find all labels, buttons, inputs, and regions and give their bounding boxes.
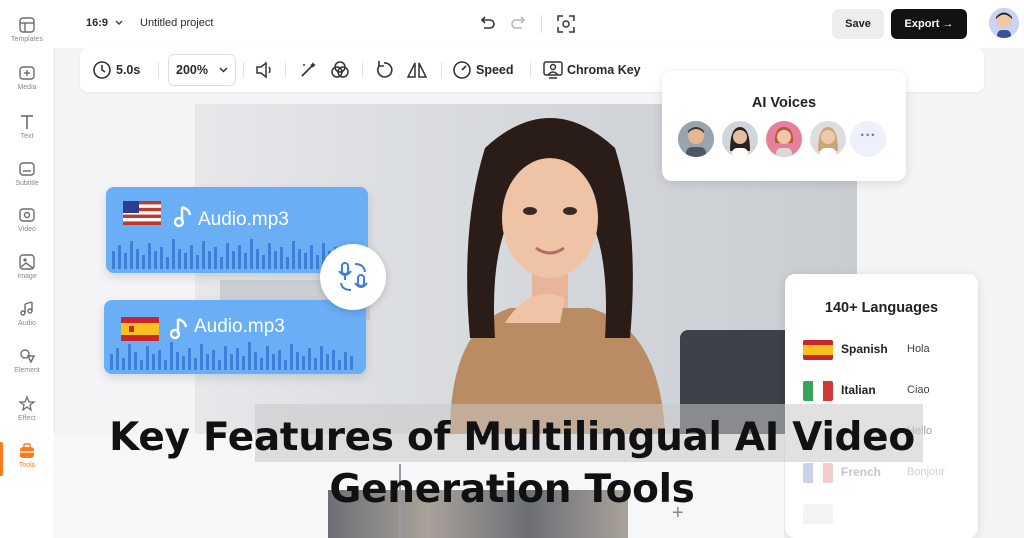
chevron-down-icon	[219, 67, 228, 73]
volume-icon[interactable]	[254, 60, 274, 80]
audio-icon	[20, 301, 33, 316]
fullscreen-icon[interactable]	[556, 14, 576, 34]
text-icon	[21, 115, 33, 129]
divider	[243, 62, 244, 78]
chevron-down-icon[interactable]	[115, 20, 123, 26]
subtitle-icon	[19, 162, 35, 176]
languages-title: 140+ Languages	[824, 300, 939, 316]
headline: Key Features of Multilingual AI Video Ge…	[0, 412, 1024, 516]
top-bar: 16:9 Untitled project Save Export →	[54, 0, 1024, 48]
italy-flag-icon	[803, 381, 833, 401]
sidebar-item-image[interactable]: Image	[0, 253, 54, 280]
undo-icon[interactable]	[478, 16, 496, 32]
sidebar-item-subtitle[interactable]: Subtitle	[0, 160, 54, 187]
sidebar-item-element[interactable]: Element	[0, 347, 54, 374]
language-greeting: Hola	[907, 343, 930, 355]
sidebar-label: Element	[14, 367, 40, 374]
voice-avatar-image	[810, 121, 846, 157]
media-icon	[19, 66, 35, 80]
effect-icon	[18, 395, 36, 412]
sidebar-item-audio[interactable]: Audio	[0, 300, 54, 327]
ai-voices-title: AI Voices	[751, 95, 817, 111]
arrow-right-icon: →	[942, 18, 954, 30]
sidebar-label: Subtitle	[15, 180, 39, 187]
sidebar-label: Text	[20, 133, 34, 140]
redo-icon[interactable]	[510, 16, 528, 32]
voice-avatar[interactable]	[722, 121, 758, 157]
sidebar-label: Templates	[11, 36, 43, 43]
ai-voices-panel: AI Voices ···	[662, 71, 906, 181]
music-note-icon	[170, 317, 188, 340]
sidebar-item-templates[interactable]: Templates	[0, 16, 54, 43]
sidebar-label: Image	[17, 273, 37, 280]
avatar-illustration	[989, 8, 1019, 38]
audio-waveform	[110, 342, 353, 370]
templates-icon	[19, 17, 35, 33]
chroma-key-button[interactable]: Chroma Key	[567, 48, 641, 92]
filters-icon[interactable]	[330, 60, 350, 80]
sidebar-label: Media	[17, 84, 37, 91]
user-avatar[interactable]	[989, 8, 1019, 38]
export-button[interactable]: Export →	[891, 9, 967, 39]
element-icon	[20, 349, 36, 364]
voice-avatar-image	[722, 121, 758, 157]
us-flag-icon	[123, 201, 161, 225]
divider	[285, 62, 286, 78]
audio-filename: Audio.mp3	[194, 316, 285, 337]
divider	[362, 62, 363, 78]
voice-avatar-image	[678, 121, 714, 157]
headline-line-2: Generation Tools	[329, 467, 695, 512]
spain-flag-icon	[803, 340, 833, 360]
audio-filename: Audio.mp3	[198, 209, 289, 230]
export-label: Export	[904, 18, 940, 30]
music-note-icon	[174, 205, 192, 228]
save-button[interactable]: Save	[832, 9, 884, 39]
voice-swap-icon	[338, 262, 368, 291]
clock-icon	[93, 61, 111, 79]
sidebar-label: Audio	[18, 320, 36, 327]
divider	[530, 62, 531, 78]
divider	[541, 15, 542, 33]
voice-translate-button[interactable]	[320, 244, 386, 310]
aspect-ratio-select[interactable]: 16:9	[86, 17, 108, 29]
zoom-select[interactable]: 200%	[168, 54, 236, 86]
divider	[158, 62, 159, 78]
sidebar-label: Video	[18, 226, 36, 233]
sidebar-item-video[interactable]: Video	[0, 206, 54, 233]
chroma-key-icon	[543, 61, 563, 79]
video-icon	[19, 208, 35, 222]
rotate-icon[interactable]	[374, 60, 394, 80]
more-voices-button[interactable]: ···	[850, 121, 886, 157]
divider	[441, 62, 442, 78]
language-name: Spanish	[841, 342, 888, 356]
language-name: Italian	[841, 383, 876, 397]
voice-avatar[interactable]	[766, 121, 802, 157]
spain-flag-icon	[121, 317, 159, 341]
project-name[interactable]: Untitled project	[140, 17, 213, 29]
speed-icon	[453, 61, 471, 79]
language-greeting: Ciao	[907, 384, 930, 396]
zoom-value: 200%	[176, 63, 208, 77]
duration-value[interactable]: 5.0s	[116, 48, 140, 92]
voice-avatar[interactable]	[810, 121, 846, 157]
speed-button[interactable]: Speed	[476, 48, 514, 92]
sidebar-item-text[interactable]: Text	[0, 113, 54, 140]
voice-avatar-image	[766, 121, 802, 157]
audio-card-spanish[interactable]: Audio.mp3	[104, 300, 366, 374]
voice-avatar[interactable]	[678, 121, 714, 157]
magic-wand-icon[interactable]	[298, 60, 318, 80]
image-icon	[19, 254, 35, 270]
sidebar-item-media[interactable]: Media	[0, 64, 54, 91]
headline-line-1: Key Features of Multilingual AI Video	[109, 415, 915, 460]
flip-icon[interactable]	[406, 60, 428, 80]
